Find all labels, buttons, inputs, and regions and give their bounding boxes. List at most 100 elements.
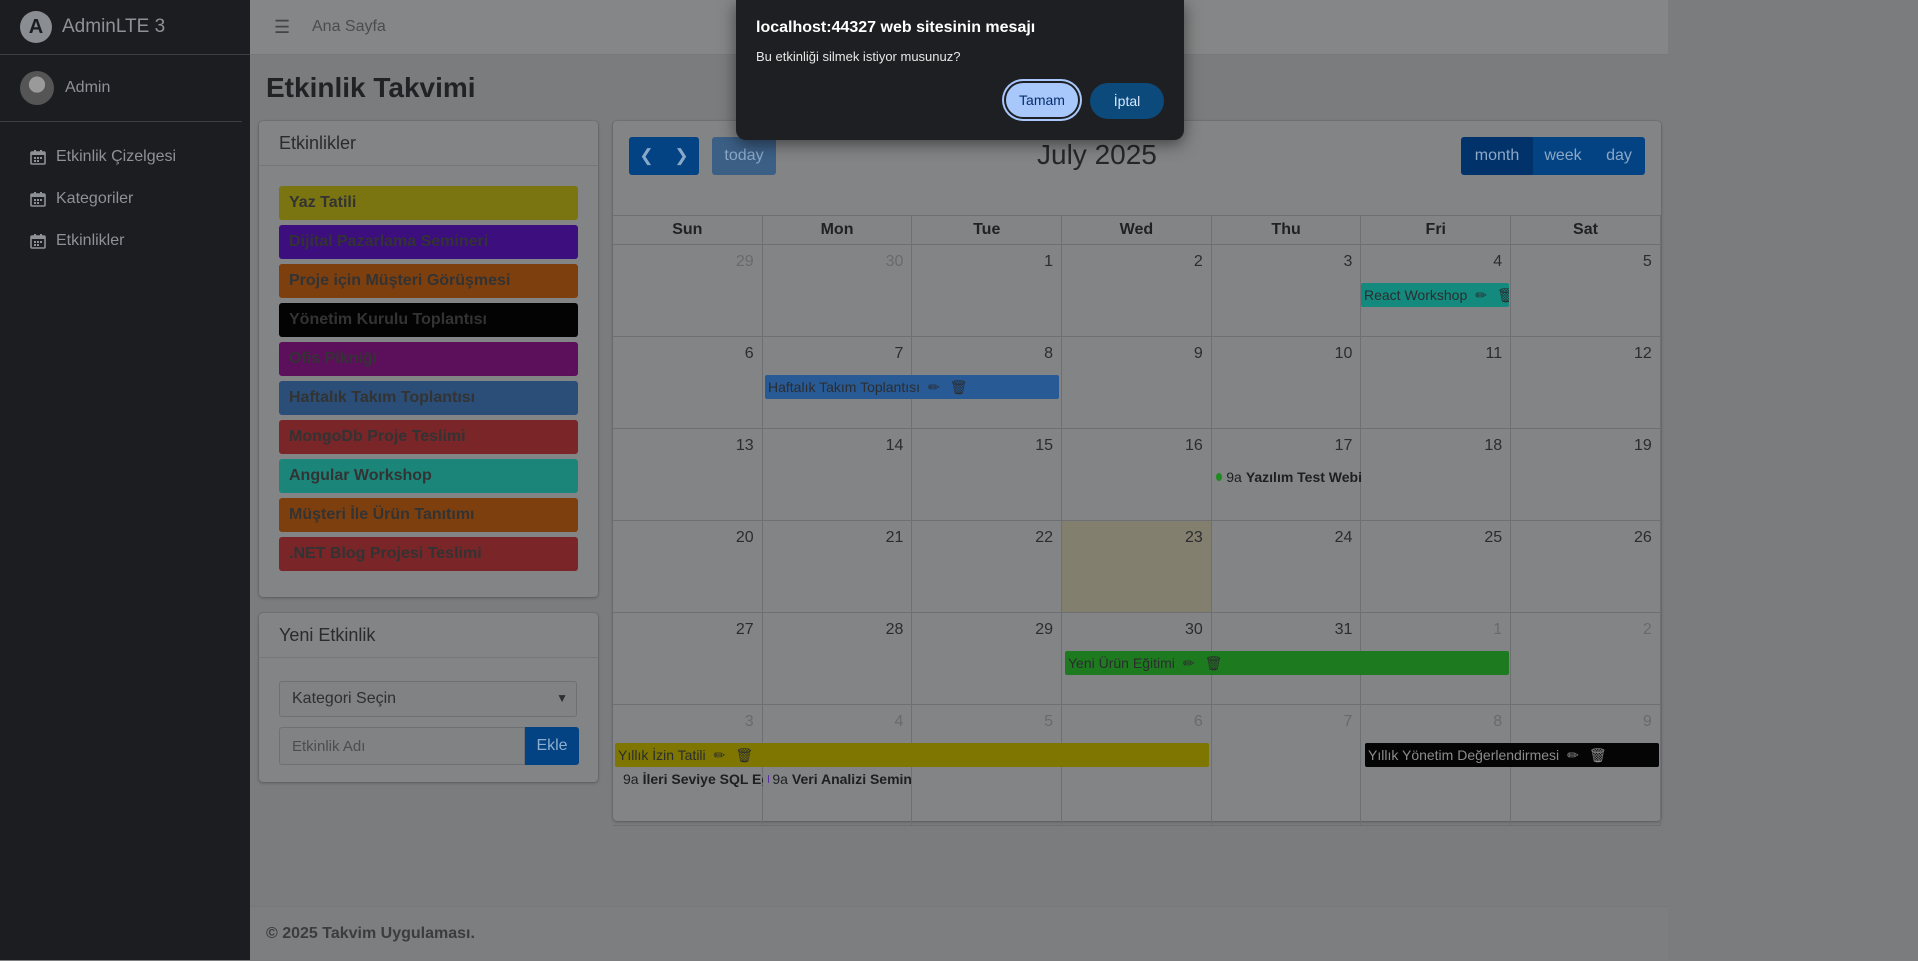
day-cell[interactable]: 18 [1361, 429, 1511, 520]
day-cell[interactable]: 30 [763, 245, 913, 336]
user-panel[interactable]: Admin [0, 55, 242, 122]
main-content: ☰ Ana Sayfa Etkinlik Takvimi Etkinlikler… [250, 0, 1668, 960]
pencil-icon[interactable]: ✏ [1567, 747, 1579, 764]
day-cell[interactable]: 26 [1511, 521, 1661, 612]
day-cell[interactable]: 1 [912, 245, 1062, 336]
pencil-icon[interactable]: ✏ [1183, 655, 1195, 672]
day-cell[interactable]: 14 [763, 429, 913, 520]
sidebar-item-etkinlikler[interactable]: Etkinlikler [0, 220, 250, 262]
trash-icon[interactable]: 🗑 [1497, 287, 1509, 304]
day-cell[interactable]: 22 [912, 521, 1062, 612]
day-cell[interactable]: 19 [1511, 429, 1661, 520]
trash-icon[interactable]: 🗑 [1589, 747, 1607, 764]
day-cell[interactable]: 12 [1511, 337, 1661, 428]
trash-icon[interactable]: 🗑 [1205, 655, 1223, 672]
event-annual-review[interactable]: Yıllık Yönetim Değerlendirmesi ✏ 🗑 [1365, 743, 1659, 767]
day-cell[interactable]: 29 [613, 245, 763, 336]
pencil-icon[interactable]: ✏ [714, 747, 726, 764]
day-number: 12 [1634, 345, 1652, 362]
day-view-button[interactable]: day [1593, 137, 1645, 175]
day-number: 30 [1185, 621, 1203, 638]
day-number: 2 [1194, 253, 1203, 270]
day-cell[interactable]: 21 [763, 521, 913, 612]
day-cell[interactable]: 16 [1062, 429, 1212, 520]
menu-icon[interactable]: ☰ [274, 17, 290, 38]
day-cell[interactable]: 20 [613, 521, 763, 612]
event-new-product-training[interactable]: Yeni Ürün Eğitimi ✏ 🗑 [1065, 651, 1509, 675]
new-event-title: Yeni Etkinlik [259, 613, 598, 658]
today-button[interactable]: today [712, 137, 776, 175]
draggable-event[interactable]: Proje için Müşteri Görüşmesi [279, 264, 578, 298]
category-select[interactable]: Kategori Seçin▼ [279, 681, 577, 717]
day-cell[interactable]: 11 [1361, 337, 1511, 428]
pencil-icon[interactable]: ✏ [928, 379, 940, 396]
week-row: 3456789 Yıllık İzin Tatili ✏ 🗑 Yıllık Yö… [613, 705, 1661, 826]
sidebar-item-kategoriler[interactable]: Kategoriler [0, 178, 250, 220]
day-cell[interactable]: 15 [912, 429, 1062, 520]
pencil-icon[interactable]: ✏ [1475, 287, 1487, 304]
dialog-message: Bu etkinliği silmek istiyor musunuz? [756, 49, 960, 64]
week-row: 6789101112 Haftalık Takım Toplantısı ✏ 🗑 [613, 337, 1661, 429]
calendar-icon [30, 233, 46, 249]
sidebar-item-etkinlik-cizelgesi[interactable]: Etkinlik Çizelgesi [0, 136, 250, 178]
event-name-input[interactable]: Etkinlik Adı [279, 727, 525, 765]
draggable-event[interactable]: .NET Blog Projesi Teslimi [279, 537, 578, 571]
event-data-analysis[interactable]: 9a Veri Analizi Semin [768, 771, 912, 787]
dialog-ok-button[interactable]: Tamam [1006, 83, 1078, 117]
draggable-event[interactable]: Müşteri İle Ürün Tanıtımı [279, 498, 578, 532]
event-dot [1216, 473, 1222, 481]
day-cell[interactable]: 10 [1212, 337, 1362, 428]
event-time: 9a [623, 771, 639, 787]
day-cell[interactable]: 28 [763, 613, 913, 704]
draggable-event[interactable]: Ofis Pikniği [279, 342, 578, 376]
event-annual-leave[interactable]: Yıllık İzin Tatili ✏ 🗑 [615, 743, 1209, 767]
draggable-event[interactable]: Yaz Tatili [279, 186, 578, 220]
next-button[interactable]: ❯ [664, 137, 699, 175]
event-weekly-meeting[interactable]: Haftalık Takım Toplantısı ✏ 🗑 [765, 375, 1059, 399]
event-software-test[interactable]: 9a Yazılım Test Webi [1216, 469, 1362, 485]
day-number: 5 [1643, 253, 1652, 270]
day-cell[interactable]: 24 [1212, 521, 1362, 612]
home-link[interactable]: Ana Sayfa [312, 18, 386, 36]
day-cell[interactable]: 5 [1511, 245, 1661, 336]
week-row: 2021 22 232425 26 [613, 521, 1661, 613]
add-event-button[interactable]: Ekle [525, 727, 579, 765]
event-sql[interactable]: 9a İleri Seviye SQL Eğ [619, 771, 763, 787]
day-cell[interactable]: 27 [613, 613, 763, 704]
draggable-event[interactable]: Haftalık Takım Toplantısı [279, 381, 578, 415]
event-title: Haftalık Takım Toplantısı [768, 379, 920, 395]
day-of-week-label: Wed [1062, 216, 1212, 244]
day-of-week-label: Tue [912, 216, 1062, 244]
day-number: 8 [1044, 345, 1053, 362]
event-title: Yazılım Test Webi [1246, 469, 1362, 485]
day-cell[interactable]: 2 [1511, 613, 1661, 704]
category-select-value: Kategori Seçin [292, 690, 396, 708]
draggable-event[interactable]: Angular Workshop [279, 459, 578, 493]
day-of-week-label: Sat [1511, 216, 1661, 244]
sidebar-nav: Etkinlik Çizelgesi Kategoriler Etkinlikl… [0, 122, 250, 262]
day-number: 17 [1335, 437, 1353, 454]
draggable-event[interactable]: Dijital Pazarlama Semineri [279, 225, 578, 259]
day-cell[interactable]: 9 [1062, 337, 1212, 428]
day-cell[interactable]: 13 [613, 429, 763, 520]
dialog-cancel-button[interactable]: İptal [1090, 83, 1164, 119]
day-cell-today[interactable]: 23 [1062, 521, 1212, 612]
day-cell[interactable]: 25 [1361, 521, 1511, 612]
draggable-event[interactable]: Yönetim Kurulu Toplantısı [279, 303, 578, 337]
day-cell[interactable]: 7 [1212, 705, 1362, 825]
day-cell[interactable]: 6 [613, 337, 763, 428]
draggable-event[interactable]: MongoDb Proje Teslimi [279, 420, 578, 454]
day-cell[interactable]: 29 [912, 613, 1062, 704]
brand-link[interactable]: A AdminLTE 3 [0, 0, 250, 55]
day-number: 22 [1035, 529, 1053, 546]
day-number: 26 [1634, 529, 1652, 546]
week-view-button[interactable]: week [1533, 137, 1593, 175]
month-view-button[interactable]: month [1461, 137, 1533, 175]
day-cell[interactable]: 2 [1062, 245, 1212, 336]
month-grid: SunMonTueWedThuFriSat 293012345 React Wo… [613, 215, 1661, 826]
trash-icon[interactable]: 🗑 [950, 379, 968, 396]
trash-icon[interactable]: 🗑 [735, 747, 753, 764]
day-cell[interactable]: 3 [1212, 245, 1362, 336]
event-react-workshop[interactable]: React Workshop ✏ 🗑 [1361, 283, 1509, 307]
prev-button[interactable]: ❮ [629, 137, 664, 175]
